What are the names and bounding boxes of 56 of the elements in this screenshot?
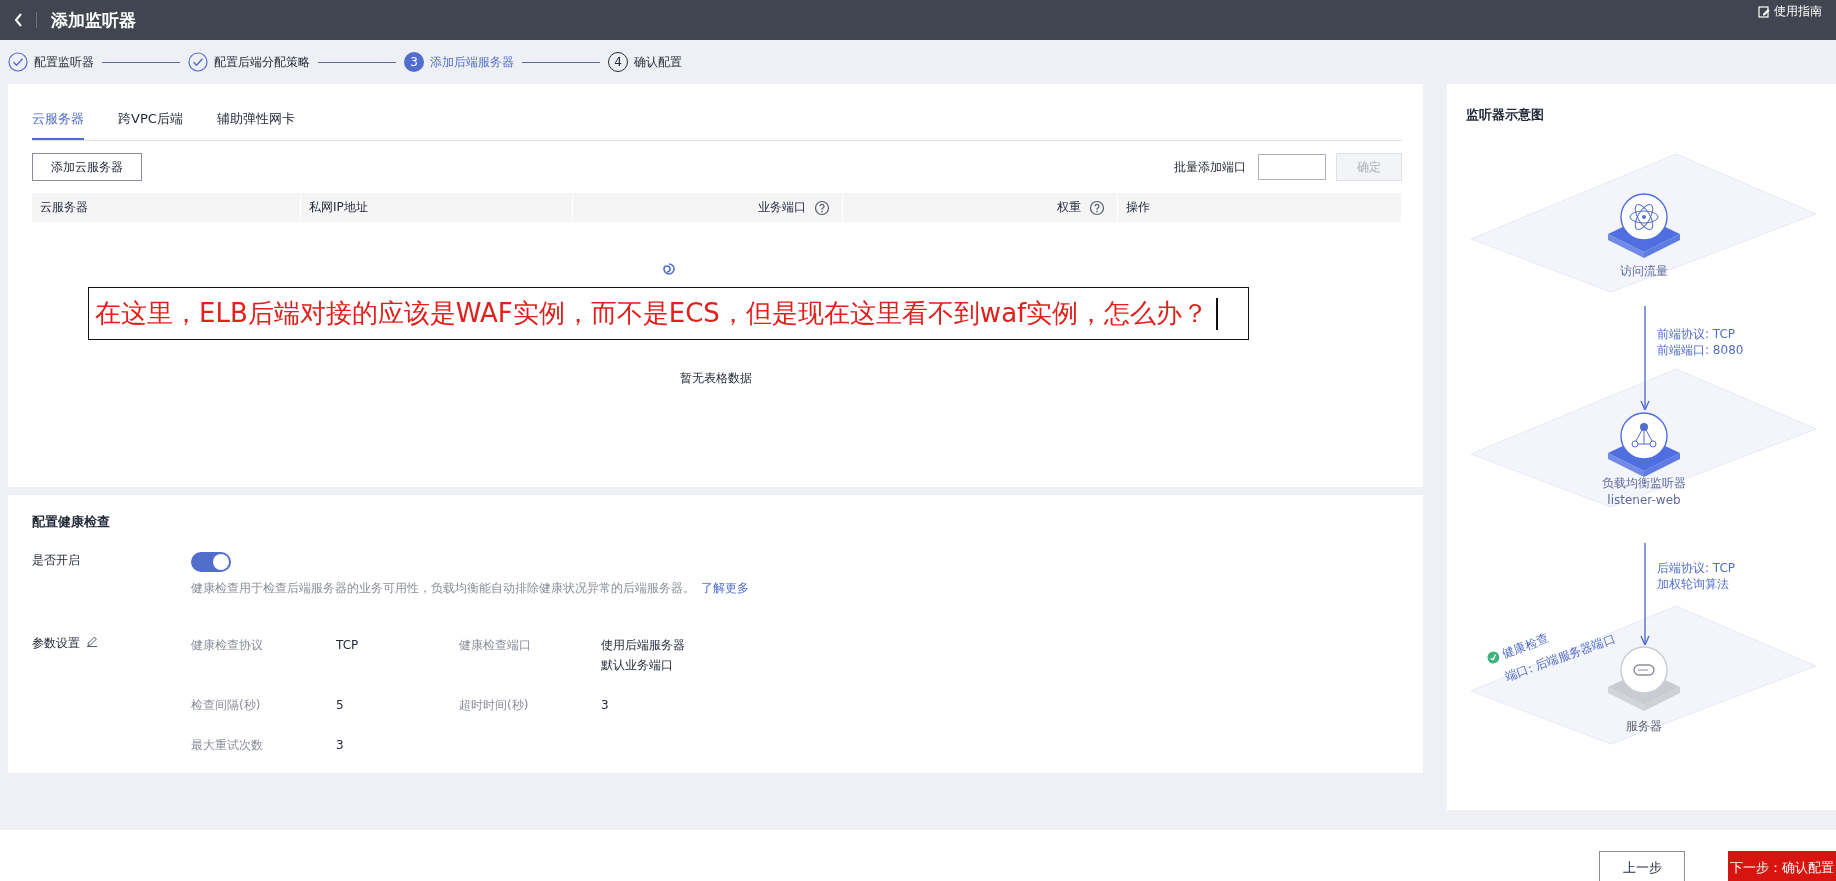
step-label: 配置监听器 bbox=[34, 53, 94, 71]
batch-port-label: 批量添加端口 bbox=[1174, 158, 1246, 176]
spinner-icon bbox=[662, 262, 676, 276]
toggle-switch[interactable] bbox=[191, 552, 231, 572]
previous-button[interactable]: 上一步 bbox=[1599, 851, 1685, 881]
column-header: 权重 bbox=[1057, 199, 1081, 216]
link-label: 加权轮询算法 bbox=[1657, 576, 1730, 592]
link-label: 前端协议: TCP bbox=[1657, 326, 1737, 342]
annotation-text: 在这里，ELB后端对接的应该是WAF实例，而不是ECS，但是现在这里看不到waf实例，怎么办？ bbox=[95, 297, 1209, 330]
check-circle-icon bbox=[188, 52, 208, 72]
column-header: 云服务器 bbox=[40, 199, 88, 216]
param-label: 最大重试次数 bbox=[191, 737, 264, 754]
tab[interactable]: 跨VPC后端 bbox=[118, 110, 183, 140]
param-label: 超时时间(秒) bbox=[459, 697, 530, 714]
column-header: 操作 bbox=[1126, 199, 1150, 216]
tab[interactable]: 辅助弹性网卡 bbox=[216, 110, 295, 140]
next-button[interactable]: 下一步：确认配置 bbox=[1728, 851, 1836, 881]
tab[interactable]: 云服务器 bbox=[32, 110, 84, 140]
param-label: 健康检查端口 bbox=[459, 637, 532, 654]
node-label: 服务器 bbox=[1625, 718, 1663, 735]
step-label: 配置后端分配策略 bbox=[214, 53, 310, 71]
param-value: 3 bbox=[601, 697, 610, 714]
node-label: listener-web bbox=[1606, 493, 1682, 507]
description-text: 健康检查用于检查后端服务器的业务可用性，负载均衡能自动排除健康状况异常的后端服务器。 了解更多 bbox=[191, 580, 750, 597]
step-label: 添加后端服务器 bbox=[430, 53, 514, 71]
help-icon[interactable] bbox=[1089, 199, 1105, 216]
column-header: 业务端口 bbox=[758, 199, 806, 216]
param-value: 5 bbox=[336, 697, 345, 714]
param-value: 使用后端服务器默认业务端口 bbox=[601, 637, 686, 674]
section-title: 配置健康检查 bbox=[32, 513, 111, 531]
check-circle-icon bbox=[8, 52, 28, 72]
add-server-button[interactable]: 添加云服务器 bbox=[32, 153, 142, 181]
guide-link[interactable]: 使用指南 bbox=[1774, 3, 1822, 20]
param-label: 检查间隔(秒) bbox=[191, 697, 262, 714]
back-icon[interactable] bbox=[14, 12, 24, 28]
link-label: 后端协议: TCP bbox=[1657, 560, 1736, 576]
check-circle-icon bbox=[1485, 649, 1502, 666]
panel-title: 监听器示意图 bbox=[1466, 106, 1544, 124]
step-number: 3 bbox=[404, 52, 424, 72]
learn-more-link[interactable]: 了解更多 bbox=[701, 581, 749, 595]
empty-message: 暂无表格数据 bbox=[679, 370, 752, 387]
help-icon[interactable] bbox=[814, 199, 830, 216]
guide-icon bbox=[1758, 5, 1770, 18]
node-label: 访问流量 bbox=[1619, 263, 1669, 280]
page-title: 添加监听器 bbox=[51, 8, 136, 32]
node-label: 负载均衡监听器 bbox=[1601, 475, 1687, 492]
param-label: 健康检查协议 bbox=[191, 637, 264, 654]
edit-icon[interactable] bbox=[86, 635, 98, 647]
step-label: 确认配置 bbox=[634, 53, 682, 71]
port-input[interactable] bbox=[1258, 154, 1326, 180]
param-value: TCP bbox=[336, 637, 360, 654]
field-label: 参数设置 bbox=[32, 635, 80, 652]
link-label: 前端端口: 8080 bbox=[1657, 342, 1744, 358]
param-value: 3 bbox=[336, 737, 345, 754]
column-header: 私网IP地址 bbox=[309, 199, 368, 216]
field-label: 是否开启 bbox=[32, 552, 81, 569]
